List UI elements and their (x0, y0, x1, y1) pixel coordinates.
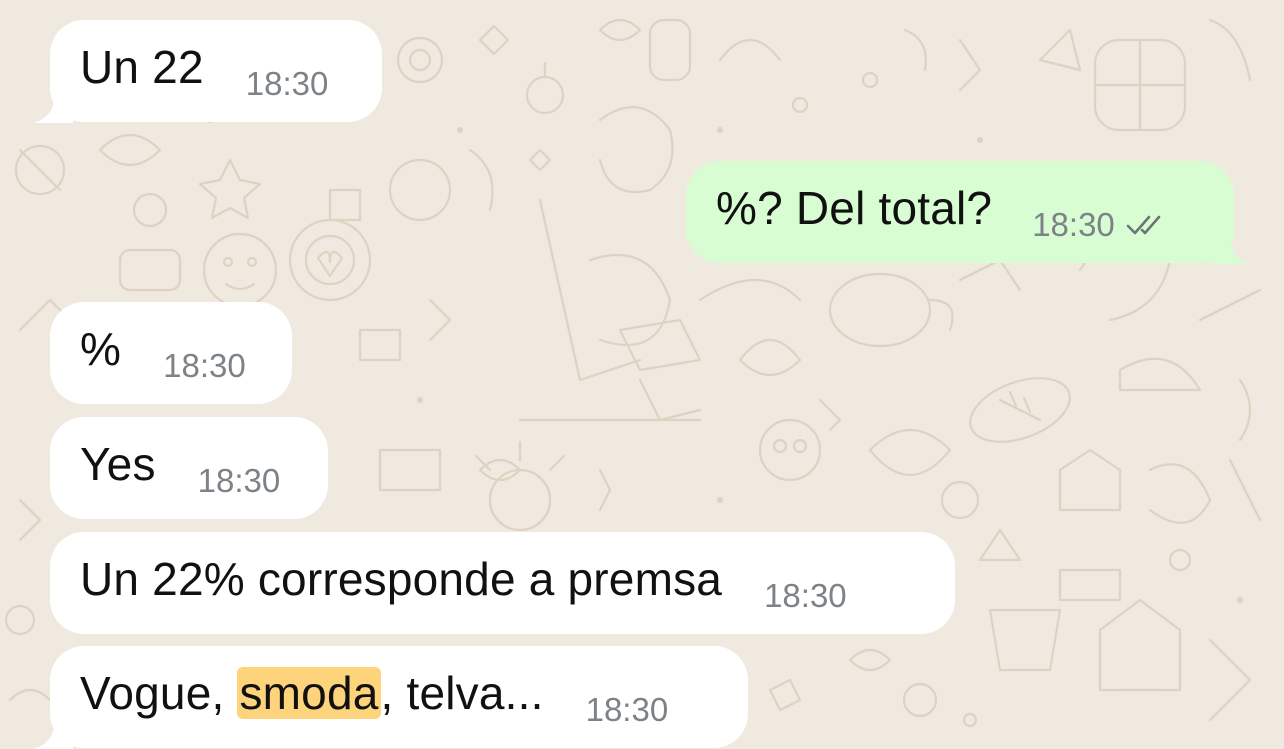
message-meta: 18:30 (586, 690, 669, 730)
double-check-icon (1126, 215, 1161, 235)
message-meta: 18:30 (764, 576, 847, 616)
message-list[interactable]: Un 22 18:30 %? Del total? 18:30 % 18:30 … (0, 0, 1284, 749)
message-text: Vogue, smoda, telva... (80, 667, 544, 719)
message-text-after: , telva... (380, 667, 544, 719)
incoming-message[interactable]: Vogue, smoda, telva... 18:30 (33, 646, 748, 749)
message-time: 18:30 (1032, 206, 1115, 243)
message-text: %? Del total? (716, 182, 993, 234)
message-time: 18:30 (197, 462, 281, 499)
incoming-message[interactable]: Yes 18:30 (50, 417, 328, 519)
message-time: 18:30 (163, 347, 246, 384)
message-text: Un 22% corresponde a premsa (80, 553, 723, 605)
search-highlight: smoda (237, 667, 381, 719)
incoming-message[interactable]: Un 22 18:30 (33, 20, 382, 123)
message-meta: 18:30 (198, 461, 281, 501)
outgoing-message[interactable]: %? Del total? 18:30 (686, 161, 1251, 264)
incoming-message[interactable]: % 18:30 (50, 302, 292, 404)
bubble-tail-icon (1211, 238, 1251, 264)
message-text-before: Vogue, (80, 667, 238, 719)
message-meta: 18:30 (1032, 205, 1171, 245)
incoming-message[interactable]: Un 22% corresponde a premsa 18:30 (50, 532, 955, 634)
message-text: % (80, 323, 122, 375)
message-meta: 18:30 (246, 64, 329, 104)
bubble-tail-icon (33, 97, 73, 123)
message-meta: 18:30 (163, 346, 246, 386)
bubble-tail-icon (33, 723, 73, 749)
message-time: 18:30 (245, 65, 329, 102)
message-time: 18:30 (764, 577, 847, 614)
message-text: Yes (80, 438, 156, 490)
message-time: 18:30 (585, 691, 669, 728)
message-text: Un 22 (80, 41, 204, 93)
